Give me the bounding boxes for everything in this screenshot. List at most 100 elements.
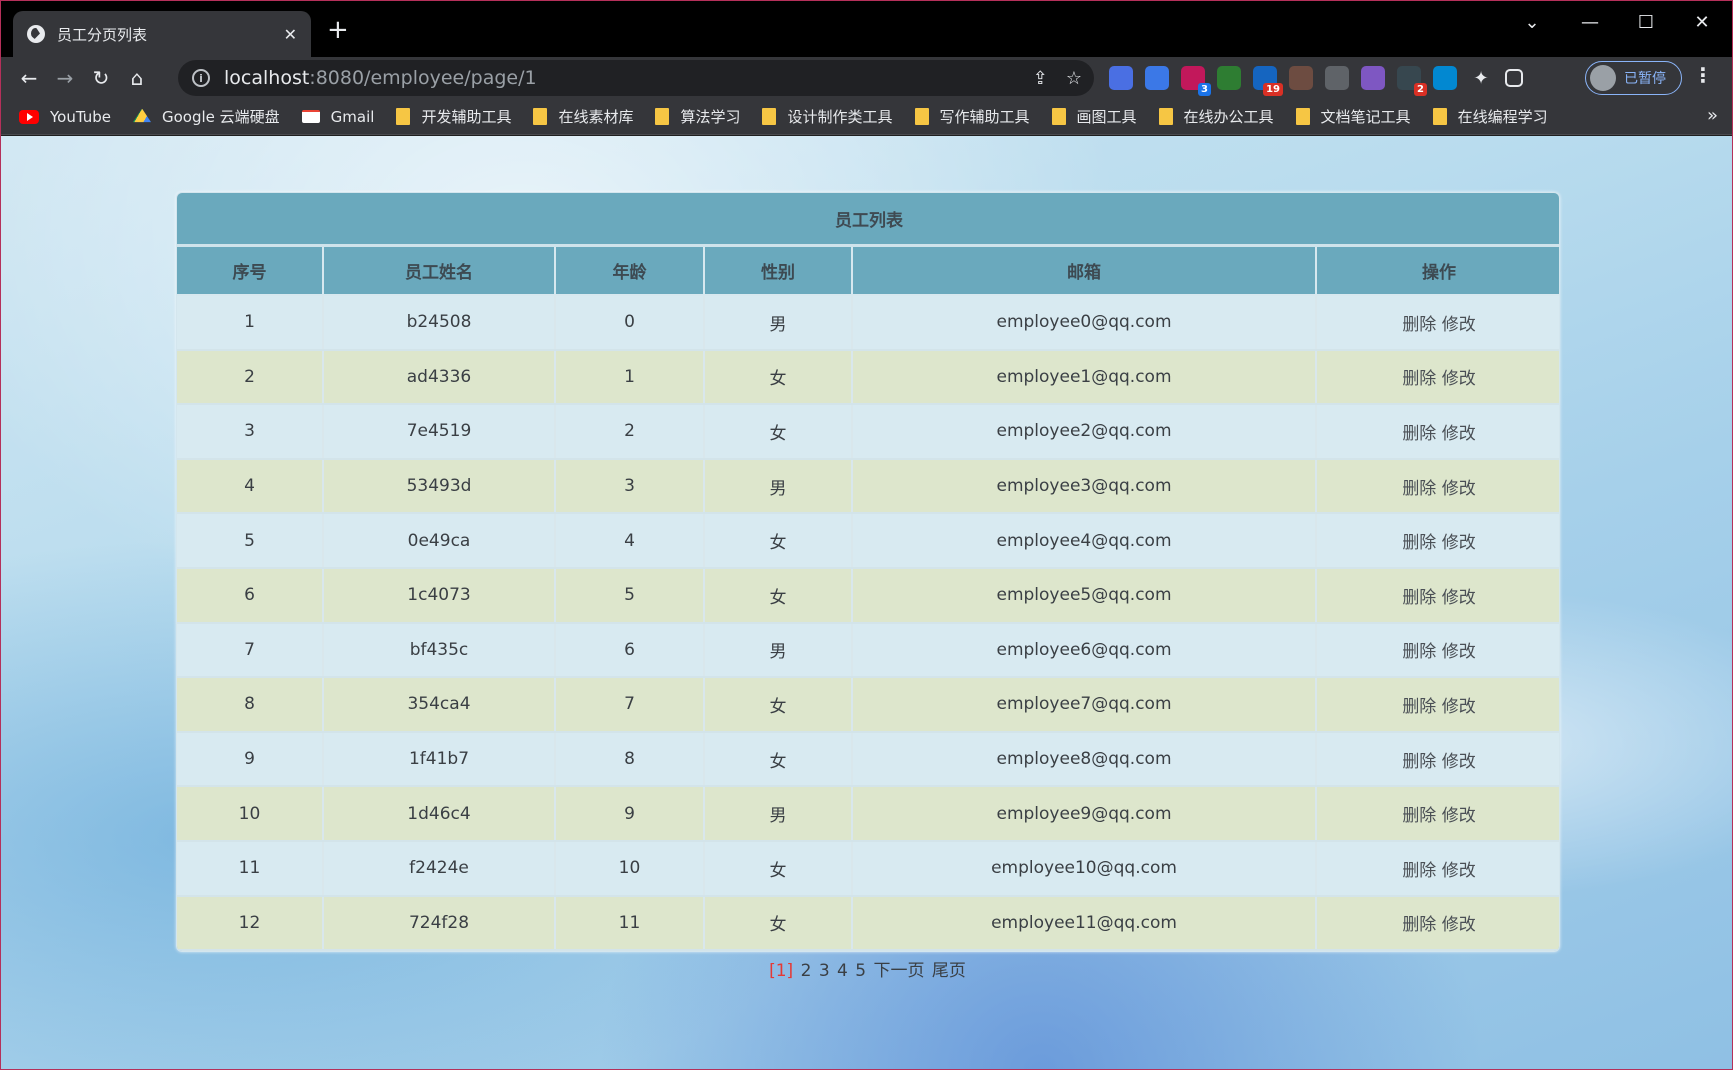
url-path: :8080/employee/page/1	[309, 67, 537, 89]
maximize-button[interactable]: ☐	[1621, 7, 1671, 37]
page-link[interactable]: 3	[819, 961, 830, 981]
edit-link[interactable]: 修改	[1442, 533, 1476, 553]
bookmark-item[interactable]: 文档笔记工具	[1295, 106, 1411, 127]
bookmark-label: 画图工具	[1076, 108, 1137, 126]
ext-m-icon[interactable]	[1433, 66, 1457, 90]
next-page-link[interactable]: 下一页	[874, 961, 925, 981]
delete-link[interactable]: 删除	[1402, 861, 1436, 881]
delete-link[interactable]: 删除	[1402, 806, 1436, 826]
ext-1-icon[interactable]	[1109, 66, 1133, 90]
url-host: localhost	[224, 67, 310, 89]
more-bookmarks-icon[interactable]: »	[1707, 105, 1718, 126]
back-icon[interactable]: ←	[11, 60, 47, 96]
last-page-link[interactable]: 尾页	[932, 961, 966, 981]
page-link[interactable]: 5	[855, 961, 866, 981]
delete-link[interactable]: 删除	[1402, 315, 1436, 335]
column-header: 序号	[177, 245, 324, 296]
employee-gender: 女	[704, 567, 853, 624]
edit-link[interactable]: 修改	[1442, 806, 1476, 826]
tab-active[interactable]: 员工分页列表 ✕	[13, 11, 311, 57]
site-info-icon[interactable]: i	[192, 69, 210, 87]
delete-link[interactable]: 删除	[1402, 369, 1436, 389]
row-actions: 删除 修改	[1316, 895, 1559, 952]
menu-icon[interactable]: ⋮	[1693, 63, 1713, 87]
delete-link[interactable]: 删除	[1402, 697, 1436, 717]
employee-gender: 女	[704, 677, 853, 733]
delete-link[interactable]: 删除	[1402, 915, 1436, 935]
ext-cat-icon[interactable]: 3	[1181, 66, 1211, 96]
ext-apps-icon[interactable]: 19	[1253, 66, 1283, 96]
page-viewport: 员工列表 序号 员工姓名 年龄 性别 邮箱 操作 1 b24508 0 男 employee0@q…	[1, 136, 1732, 1069]
close-window-button[interactable]: ✕	[1677, 7, 1727, 37]
address-bar[interactable]: i localhost:8080/employee/page/1 ⇪ ☆	[178, 60, 1094, 96]
forward-icon[interactable]: →	[47, 60, 83, 96]
ext-download-icon[interactable]	[1217, 66, 1241, 90]
folder-icon	[1051, 108, 1066, 125]
ext-owl-icon[interactable]	[1289, 66, 1313, 90]
bookmark-item[interactable]: 在线编程学习	[1432, 106, 1548, 127]
page-link[interactable]: 4	[837, 961, 848, 981]
page-link[interactable]: 2	[801, 961, 812, 981]
edit-link[interactable]: 修改	[1442, 369, 1476, 389]
share-icon[interactable]: ⇪	[1033, 68, 1048, 89]
edit-link[interactable]: 修改	[1442, 861, 1476, 881]
side-panel-icon[interactable]	[1505, 69, 1523, 87]
extensions-puzzle-icon[interactable]: ✦	[1469, 66, 1493, 90]
table-row: 11 f2424e 10 女 employee10@qq.com 删除 修改	[177, 840, 1559, 897]
employee-email: employee10@qq.com	[852, 840, 1317, 897]
minimize-button[interactable]: —	[1565, 7, 1615, 37]
edit-link[interactable]: 修改	[1442, 752, 1476, 772]
delete-link[interactable]: 删除	[1402, 752, 1436, 772]
bookmark-item[interactable]: Gmail	[301, 108, 374, 126]
delete-link[interactable]: 删除	[1402, 533, 1436, 553]
bookmark-item[interactable]: 算法学习	[655, 106, 740, 127]
bookmark-item[interactable]: Google 云端硬盘	[133, 106, 280, 127]
ext-translate-icon[interactable]	[1145, 66, 1169, 90]
bookmark-item[interactable]: YouTube	[19, 108, 111, 126]
page-current[interactable]: [1]	[769, 961, 793, 981]
edit-link[interactable]: 修改	[1442, 424, 1476, 444]
employee-gender: 女	[704, 513, 853, 569]
delete-link[interactable]: 删除	[1402, 479, 1436, 499]
bookmark-item[interactable]: 写作辅助工具	[914, 106, 1030, 127]
column-header: 邮箱	[852, 245, 1317, 296]
delete-link[interactable]: 删除	[1402, 642, 1436, 662]
edit-link[interactable]: 修改	[1442, 642, 1476, 662]
avatar	[1590, 65, 1616, 91]
close-tab-icon[interactable]: ✕	[284, 25, 297, 44]
profile-button[interactable]: 已暂停	[1585, 61, 1682, 95]
delete-link[interactable]: 删除	[1402, 588, 1436, 608]
ext-screen-icon[interactable]	[1361, 66, 1385, 90]
edit-link[interactable]: 修改	[1442, 588, 1476, 608]
table-caption: 员工列表	[177, 193, 1559, 247]
table-row: 2 ad4336 1 女 employee1@qq.com 删除 修改	[177, 349, 1559, 406]
row-actions: 删除 修改	[1316, 567, 1559, 624]
tab-search-icon[interactable]: ⌄	[1507, 7, 1557, 37]
bookmark-item[interactable]: 设计制作类工具	[762, 106, 893, 127]
bookmark-star-icon[interactable]: ☆	[1066, 68, 1082, 89]
ext-mask-icon[interactable]: 2	[1397, 66, 1427, 96]
folder-icon	[1432, 108, 1447, 125]
delete-link[interactable]: 删除	[1402, 424, 1436, 444]
folder-icon	[396, 108, 411, 125]
edit-link[interactable]: 修改	[1442, 479, 1476, 499]
employee-email: employee5@qq.com	[852, 567, 1317, 624]
edit-link[interactable]: 修改	[1442, 697, 1476, 717]
ext-cursor-icon[interactable]	[1325, 66, 1349, 90]
column-header: 性别	[704, 245, 853, 296]
new-tab-button[interactable]: +	[327, 17, 349, 43]
employee-name: 1d46c4	[323, 786, 556, 842]
bookmark-item[interactable]: 在线素材库	[533, 106, 633, 127]
edit-link[interactable]: 修改	[1442, 915, 1476, 935]
employee-name: 53493d	[323, 458, 556, 515]
reload-icon[interactable]: ↻	[83, 60, 119, 96]
home-icon[interactable]: ⌂	[119, 60, 155, 96]
bookmark-label: YouTube	[50, 107, 111, 126]
bookmark-item[interactable]: 开发辅助工具	[396, 106, 511, 127]
bookmark-item[interactable]: 画图工具	[1051, 106, 1137, 127]
bookmark-label: 文档笔记工具	[1320, 108, 1411, 126]
edit-link[interactable]: 修改	[1442, 315, 1476, 335]
employee-age: 4	[555, 513, 705, 569]
table-row: 3 7e4519 2 女 employee2@qq.com 删除 修改	[177, 404, 1559, 460]
bookmark-item[interactable]: 在线办公工具	[1158, 106, 1274, 127]
